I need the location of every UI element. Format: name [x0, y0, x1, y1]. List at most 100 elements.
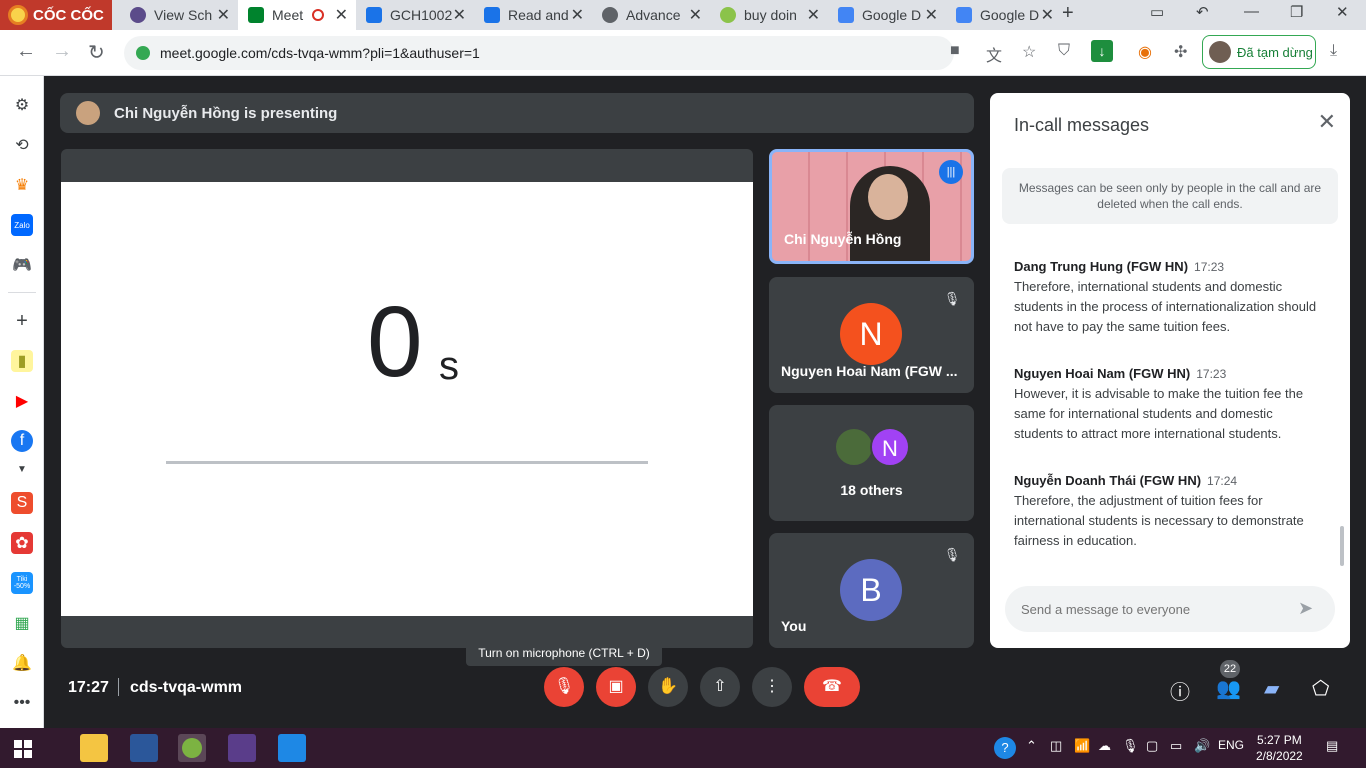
tab-view-schedule[interactable]: View Sch ✕: [120, 0, 238, 30]
word-icon[interactable]: [130, 734, 158, 762]
participant-tile-nam[interactable]: 🎙 N Nguyen Hoai Nam (FGW ...: [769, 277, 974, 393]
bookmark-star-icon[interactable]: ☆: [1022, 42, 1036, 62]
volume-icon[interactable]: 🔊: [1194, 738, 1210, 754]
close-icon[interactable]: ✕: [1041, 5, 1054, 25]
chat-icon[interactable]: ▰: [1264, 676, 1279, 701]
presenting-banner: Chi Nguyễn Hồng is presenting: [60, 93, 974, 133]
shield-icon[interactable]: ⛉: [1058, 42, 1070, 60]
participant-tile-others[interactable]: N 18 others: [769, 405, 974, 521]
message-time: 17:23: [1196, 367, 1227, 381]
network-icon[interactable]: 📶: [1074, 738, 1090, 754]
avatar: N: [870, 427, 910, 467]
tab-gch1002[interactable]: GCH1002 ✕: [356, 0, 474, 30]
send-icon[interactable]: ➤: [1298, 598, 1313, 619]
rewards-icon[interactable]: ◉: [1138, 42, 1152, 62]
facebook-icon[interactable]: f: [11, 430, 33, 452]
meet-tray-icon[interactable]: ◫: [1050, 738, 1062, 754]
camera-toggle-button[interactable]: ▣: [596, 667, 636, 707]
app-icon[interactable]: ✿: [11, 532, 33, 554]
reload-button[interactable]: ↻: [88, 40, 105, 65]
tab-favicon-icon: [720, 7, 736, 23]
profile-button[interactable]: Đã tạm dừng: [1202, 35, 1316, 69]
history-icon[interactable]: ⟲: [11, 134, 33, 156]
message-sender: Dang Trung Hung (FGW HN): [1014, 259, 1189, 274]
tab-search-icon[interactable]: ▭: [1150, 3, 1164, 21]
presenting-text: Chi Nguyễn Hồng is presenting: [114, 104, 338, 122]
chat-message-input[interactable]: [1005, 586, 1335, 632]
camera-off-icon: ▣: [608, 678, 624, 695]
present-screen-button[interactable]: ⇧: [700, 667, 740, 707]
sheet-icon[interactable]: ▦: [11, 612, 33, 634]
system-clock[interactable]: 5:27 PM 2/8/2022: [1256, 732, 1303, 764]
chevron-down-icon[interactable]: ▼: [11, 458, 33, 480]
forward-button[interactable]: →: [52, 40, 72, 63]
notifications-icon[interactable]: ▤: [1326, 738, 1338, 754]
downloads-icon[interactable]: ⤓: [1330, 42, 1337, 60]
timer-unit: s: [439, 344, 459, 388]
cloud-icon[interactable]: ☁: [1098, 738, 1111, 754]
microphone-toggle-button[interactable]: 🎙: [544, 667, 584, 707]
tab-meet[interactable]: Meet ✕: [238, 0, 356, 30]
game-icon[interactable]: 🎮: [11, 254, 33, 276]
close-icon[interactable]: ✕: [925, 5, 938, 25]
tiki-icon[interactable]: Tiki -50%: [11, 572, 33, 594]
chevron-up-icon[interactable]: ⌃: [1026, 738, 1037, 754]
close-icon[interactable]: ✕: [807, 5, 820, 25]
add-icon[interactable]: +: [11, 310, 33, 332]
address-bar[interactable]: meet.google.com/cds-tvqa-wmm?pli=1&authu…: [124, 36, 954, 70]
zalo-icon[interactable]: Zalo: [11, 214, 33, 236]
display-icon[interactable]: ▢: [1146, 738, 1158, 754]
close-icon[interactable]: ✕: [453, 5, 466, 25]
minimize-button[interactable]: —: [1244, 3, 1259, 20]
microphone-icon[interactable]: 🎙: [1122, 738, 1139, 754]
windows-start-icon[interactable]: [14, 740, 32, 758]
back-arrow-icon[interactable]: ↶: [1196, 3, 1209, 21]
back-button[interactable]: ←: [16, 40, 36, 63]
camera-icon[interactable]: ■: [950, 42, 960, 60]
participant-tile-presenter[interactable]: ||| Chi Nguyễn Hồng: [769, 149, 974, 264]
tab-buy-doing[interactable]: buy doin ✕: [710, 0, 828, 30]
tab-google-docs-2[interactable]: Google D ✕: [946, 0, 1062, 30]
more-icon[interactable]: •••: [11, 692, 33, 714]
chat-scrollbar[interactable]: [1340, 526, 1344, 566]
tab-advance[interactable]: Advance ✕: [592, 0, 710, 30]
download-icon[interactable]: ↓: [1091, 40, 1113, 62]
raise-hand-button[interactable]: ✋: [648, 667, 688, 707]
photos-icon[interactable]: [278, 734, 306, 762]
tab-read-and[interactable]: Read and ✕: [474, 0, 592, 30]
winrar-icon[interactable]: [228, 734, 256, 762]
crown-icon[interactable]: ♛: [11, 174, 33, 196]
battery-icon[interactable]: ▭: [1170, 738, 1182, 754]
tab-google-docs-1[interactable]: Google D ✕: [828, 0, 946, 30]
maximize-button[interactable]: ❐: [1290, 3, 1303, 21]
close-icon[interactable]: ✕: [1318, 109, 1336, 135]
coccoc-menu-button[interactable]: CỐC CỐC: [0, 0, 112, 30]
close-icon[interactable]: ✕: [571, 5, 584, 25]
close-icon[interactable]: ✕: [217, 5, 230, 25]
shopee-icon[interactable]: S: [11, 492, 33, 514]
bell-icon[interactable]: 🔔: [11, 652, 33, 674]
close-icon[interactable]: ✕: [689, 5, 702, 25]
activities-icon[interactable]: ⬠: [1312, 676, 1329, 701]
close-window-button[interactable]: ✕: [1336, 3, 1349, 21]
help-icon[interactable]: ?: [994, 737, 1016, 759]
leave-call-button[interactable]: ☎: [804, 667, 860, 707]
file-explorer-icon[interactable]: [80, 734, 108, 762]
settings-icon[interactable]: ⚙: [11, 94, 33, 116]
note-icon[interactable]: ▮: [11, 350, 33, 372]
participant-tile-you[interactable]: 🎙 B You: [769, 533, 974, 648]
avatar: N: [840, 303, 902, 365]
youtube-icon[interactable]: ▶: [11, 390, 33, 412]
windows-taskbar: ? ⌃ ◫ 📶 ☁ 🎙 ▢ ▭ 🔊 ENG 5:27 PM 2/8/2022 ▤: [0, 728, 1366, 768]
people-icon[interactable]: 👥: [1216, 676, 1241, 701]
close-icon[interactable]: ✕: [335, 5, 348, 25]
more-options-button[interactable]: ⋮: [752, 667, 792, 707]
chat-message: Nguyen Hoai Nam (FGW HN) 17:23 However, i…: [1014, 365, 1324, 444]
meeting-details-icon[interactable]: ⓘ: [1170, 676, 1190, 705]
coccoc-taskbar-icon[interactable]: [178, 734, 206, 762]
extensions-icon[interactable]: ✣: [1174, 42, 1187, 62]
language-indicator[interactable]: ENG: [1218, 738, 1244, 752]
translate-icon[interactable]: 文: [986, 42, 1002, 66]
new-tab-button[interactable]: +: [1062, 2, 1074, 25]
system-date: 2/8/2022: [1256, 749, 1303, 763]
